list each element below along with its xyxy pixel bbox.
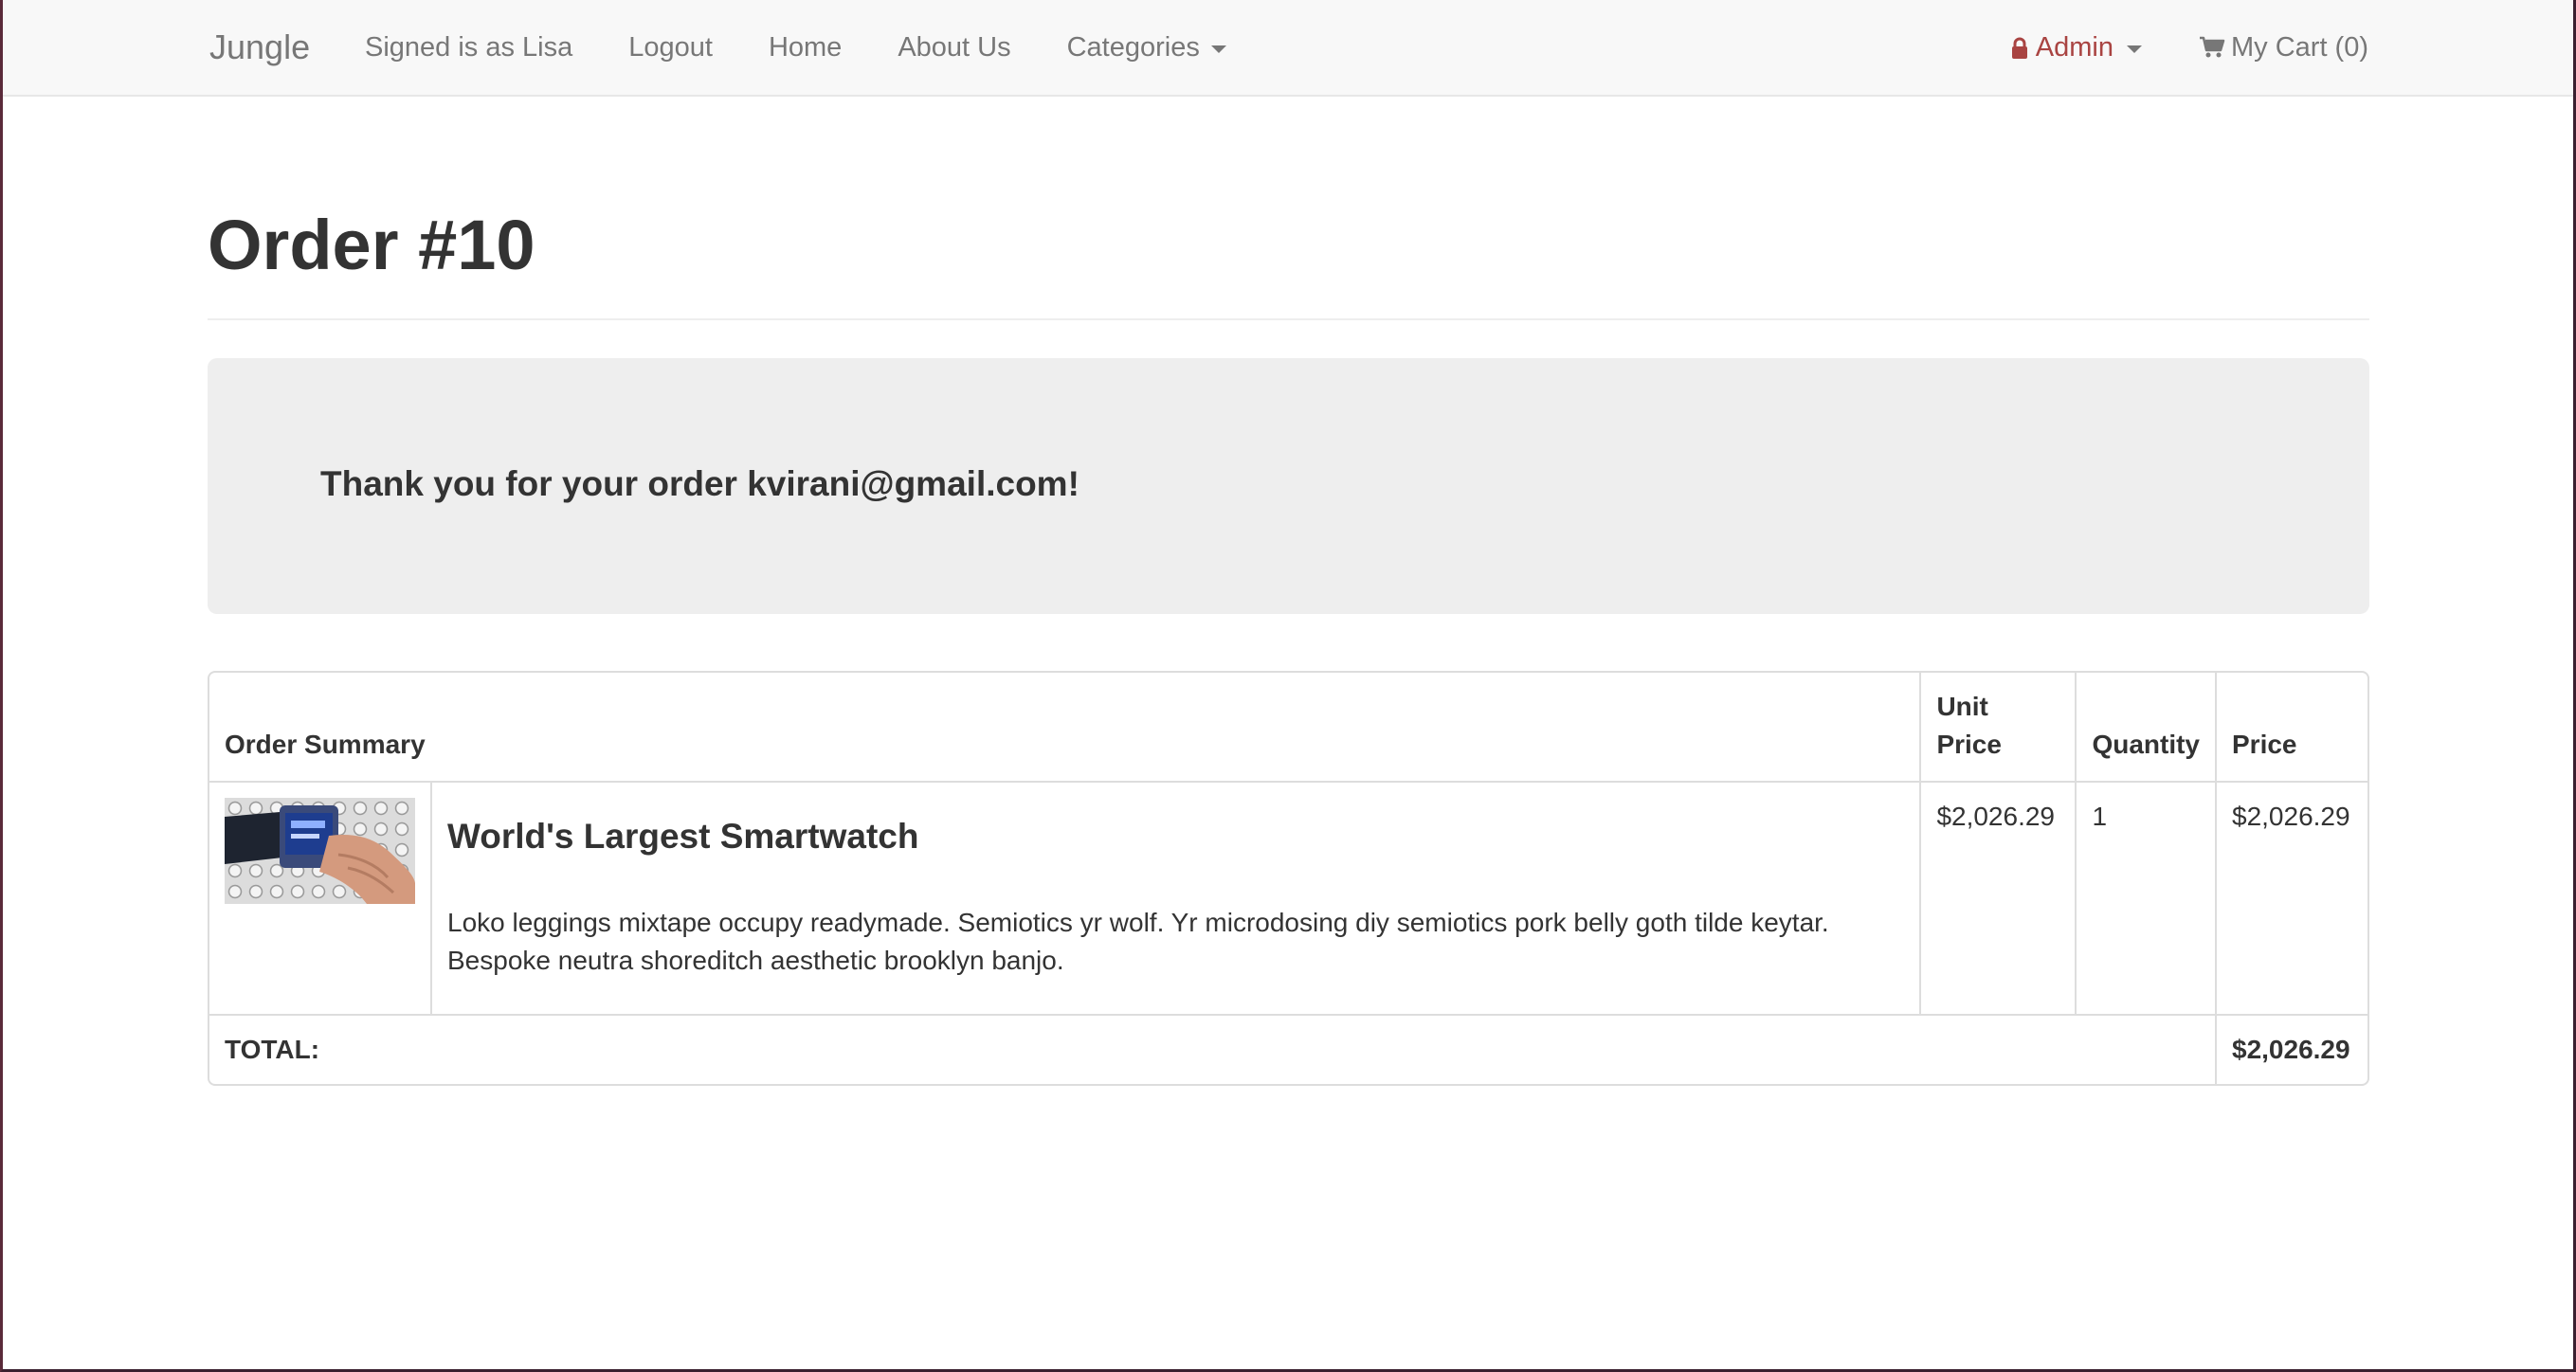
admin-label: Admin — [2035, 32, 2113, 63]
header-order-summary: Order Summary — [209, 673, 1922, 783]
home-link[interactable]: Home — [769, 27, 842, 68]
order-summary-table: Order Summary Unit Price Quantity Price — [209, 673, 2367, 1084]
total-label: TOTAL: — [209, 1014, 2217, 1084]
lock-icon — [2011, 37, 2028, 60]
header-unit-price: Unit Price — [1919, 673, 2077, 783]
header-price: Price — [2215, 673, 2367, 783]
product-thumbnail-cell — [209, 781, 432, 1015]
page-header: Order #10 — [208, 201, 2369, 320]
signed-in-link[interactable]: Signed is as Lisa — [365, 27, 572, 68]
order-summary-panel: Order Summary Unit Price Quantity Price — [208, 671, 2369, 1086]
top-navbar: Jungle Signed is as Lisa Logout Home Abo… — [3, 0, 2573, 97]
smartwatch-photo — [225, 805, 415, 904]
admin-dropdown[interactable]: Admin — [2011, 27, 2142, 68]
chevron-down-icon — [2127, 45, 2142, 53]
product-name: World's Largest Smartwatch — [447, 817, 919, 856]
product-description: Loko leggings mixtape occupy readymade. … — [447, 908, 1829, 975]
total-value: $2,026.29 — [2215, 1014, 2367, 1084]
my-cart-link[interactable]: My Cart (0) — [2199, 27, 2368, 68]
nav-right-links: Admin My Cart (0) — [2011, 27, 2368, 68]
table-row: World's Largest Smartwatch Loko leggings… — [209, 781, 2367, 1015]
navbar-inner: Jungle Signed is as Lisa Logout Home Abo… — [207, 0, 2368, 95]
thank-you-jumbotron: Thank you for your order kvirani@gmail.c… — [208, 358, 2369, 614]
thank-you-message: Thank you for your order kvirani@gmail.c… — [320, 464, 1079, 503]
chevron-down-icon — [1210, 45, 1226, 53]
total-row: TOTAL: $2,026.29 — [209, 1014, 2367, 1084]
categories-label: Categories — [1066, 32, 1200, 63]
main-content: Order #10 Thank you for your order kvira… — [208, 97, 2369, 1086]
logout-link[interactable]: Logout — [628, 27, 713, 68]
about-us-link[interactable]: About Us — [898, 27, 1010, 68]
brand-link[interactable]: Jungle — [209, 27, 310, 68]
quantity-cell: 1 — [2075, 781, 2217, 1015]
categories-dropdown[interactable]: Categories — [1067, 27, 1226, 68]
page-title: Order #10 — [208, 206, 535, 284]
nav-left-links: Signed is as Lisa Logout Home About Us C… — [365, 27, 1282, 68]
product-image — [225, 798, 415, 904]
header-quantity: Quantity — [2075, 673, 2217, 783]
shopping-cart-icon — [2199, 36, 2225, 59]
my-cart-label: My Cart (0) — [2231, 32, 2368, 63]
table-header-row: Order Summary Unit Price Quantity Price — [209, 673, 2367, 783]
price-cell: $2,026.29 — [2215, 781, 2367, 1015]
unit-price-cell: $2,026.29 — [1919, 781, 2077, 1015]
product-details-cell: World's Largest Smartwatch Loko leggings… — [429, 781, 1922, 1015]
